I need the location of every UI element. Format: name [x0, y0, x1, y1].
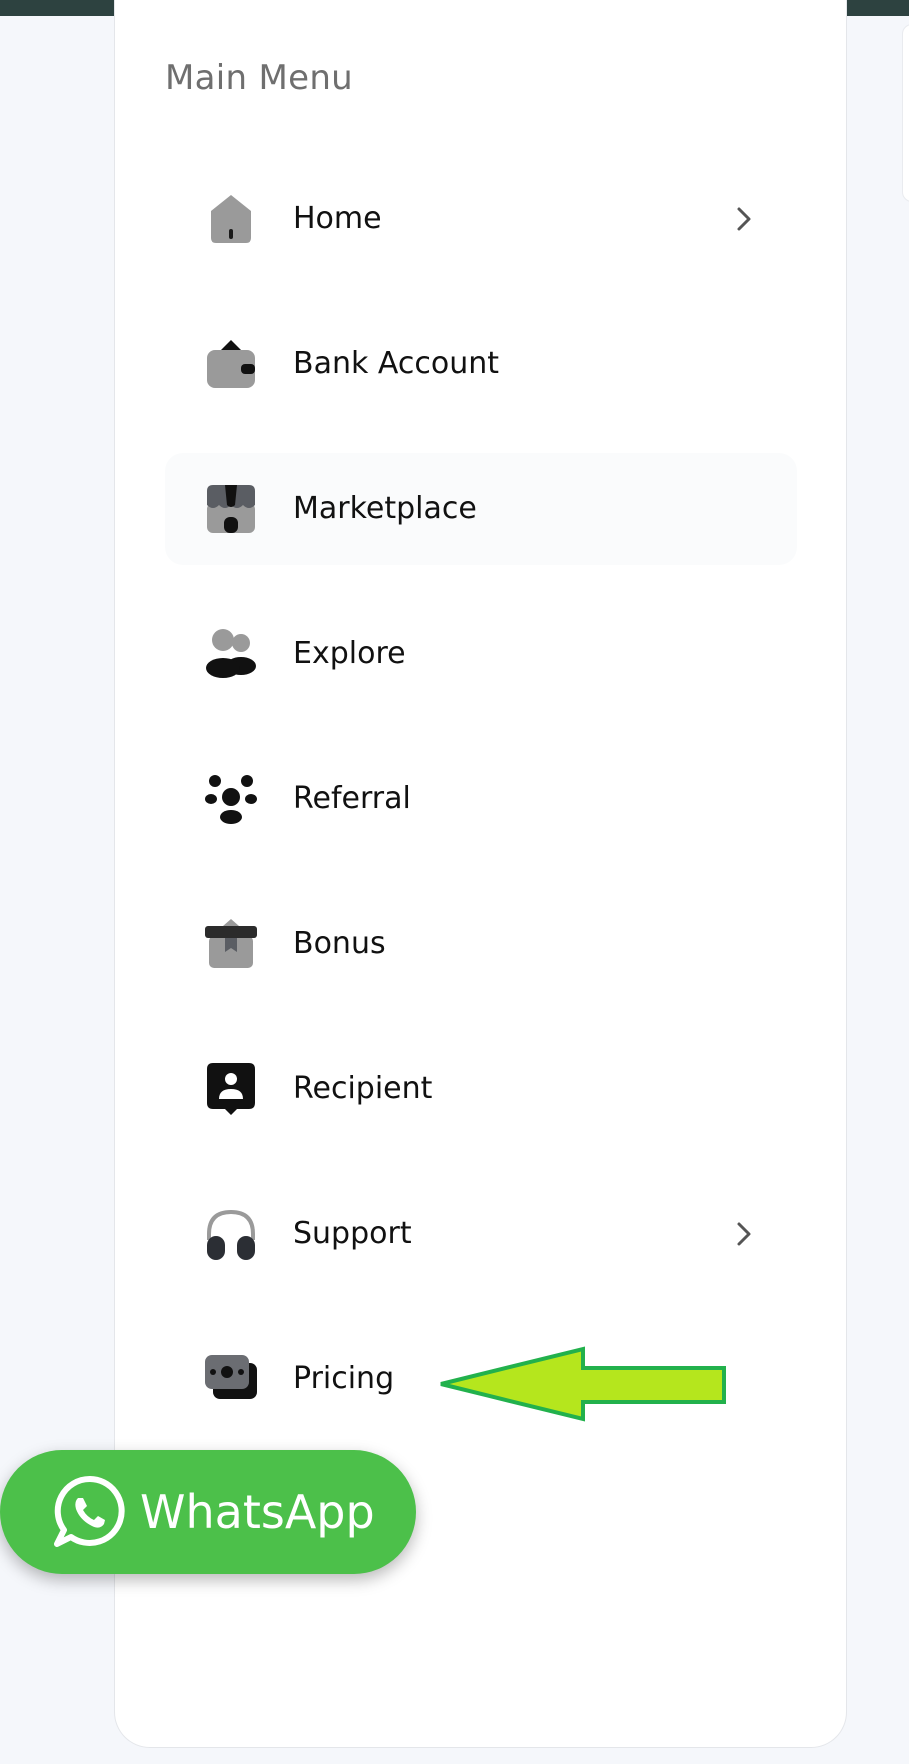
side-panel-edge [902, 24, 909, 202]
menu-item-marketplace[interactable]: Marketplace [165, 453, 797, 565]
whatsapp-icon [52, 1474, 128, 1550]
menu-item-label: Explore [293, 636, 406, 671]
menu-item-label: Marketplace [293, 491, 477, 526]
home-icon [205, 193, 257, 245]
menu-item-label: Bank Account [293, 346, 500, 381]
menu-item-bank-account[interactable]: Bank Account [165, 308, 797, 420]
menu-item-label: Recipient [293, 1071, 433, 1106]
wallet-icon [205, 338, 257, 390]
people-icon [205, 628, 257, 680]
menu-item-bonus[interactable]: Bonus [165, 888, 797, 1000]
menu-item-label: Support [293, 1216, 412, 1251]
whatsapp-label: WhatsApp [140, 1485, 375, 1539]
whatsapp-button[interactable]: WhatsApp [0, 1450, 416, 1574]
store-icon [205, 483, 257, 535]
menu-item-label: Referral [293, 781, 411, 816]
menu-item-explore[interactable]: Explore [165, 598, 797, 710]
menu-item-label: Home [293, 201, 382, 236]
group-icon [205, 773, 257, 825]
menu-item-label: Bonus [293, 926, 386, 961]
headphones-icon [205, 1208, 257, 1260]
menu-item-home[interactable]: Home [165, 163, 797, 275]
menu-item-support[interactable]: Support [165, 1178, 797, 1290]
gift-icon [205, 918, 257, 970]
chevron-right-icon[interactable] [727, 1218, 759, 1250]
menu-item-label: Pricing [293, 1361, 395, 1396]
menu-item-referral[interactable]: Referral [165, 743, 797, 855]
menu-item-recipient[interactable]: Recipient [165, 1033, 797, 1145]
user-card-icon [205, 1063, 257, 1115]
chevron-right-icon[interactable] [727, 203, 759, 235]
pointer-arrow [438, 1346, 728, 1422]
menu-title: Main Menu [165, 58, 354, 98]
money-icon [205, 1353, 257, 1405]
